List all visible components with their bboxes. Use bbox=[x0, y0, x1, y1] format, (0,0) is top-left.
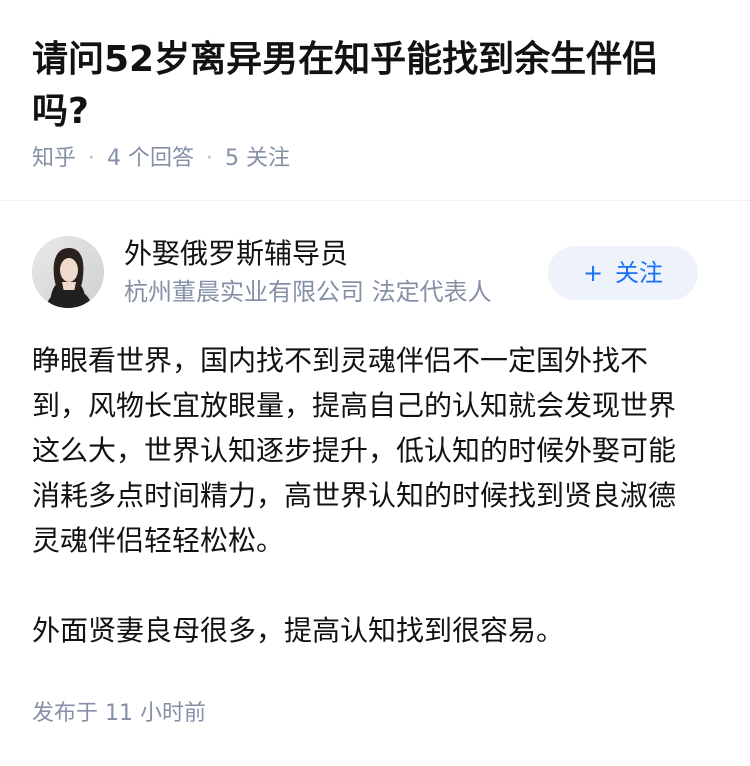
answer-content: 睁眼看世界，国内找不到灵魂伴侣不一定国外找不到，风物长宜放眼量，提高自己的认知就… bbox=[32, 338, 702, 653]
answer-count[interactable]: 4 个回答 bbox=[107, 146, 194, 171]
question-meta: 知乎 · 4 个回答 · 5 关注 bbox=[32, 142, 290, 176]
question-title[interactable]: 请问52岁离异男在知乎能找到余生伴侣吗? bbox=[32, 34, 672, 138]
follow-button-label: 关注 bbox=[615, 259, 664, 287]
avatar-image bbox=[32, 236, 104, 308]
separator-dot: · bbox=[206, 146, 214, 171]
plus-icon: + bbox=[582, 259, 604, 287]
source-label[interactable]: 知乎 bbox=[32, 146, 76, 171]
author-row: 外娶俄罗斯辅导员 杭州董晨实业有限公司 法定代表人 + 关注 bbox=[32, 236, 718, 310]
author-name[interactable]: 外娶俄罗斯辅导员 bbox=[124, 236, 348, 272]
follower-count: 5 关注 bbox=[225, 146, 291, 171]
follow-button[interactable]: + 关注 bbox=[548, 246, 698, 300]
question-header: 请问52岁离异男在知乎能找到余生伴侣吗? 知乎 · 4 个回答 · 5 关注 bbox=[0, 0, 750, 200]
author-headline: 杭州董晨实业有限公司 法定代表人 bbox=[124, 278, 492, 306]
avatar[interactable] bbox=[32, 236, 104, 308]
divider bbox=[0, 200, 750, 201]
answer-paragraph: 睁眼看世界，国内找不到灵魂伴侣不一定国外找不到，风物长宜放眼量，提高自己的认知就… bbox=[32, 344, 677, 557]
answer-paragraph: 外面贤妻良母很多，提高认知找到很容易。 bbox=[32, 614, 565, 647]
separator-dot: · bbox=[88, 146, 96, 171]
publish-time: 发布于 11 小时前 bbox=[32, 701, 206, 726]
